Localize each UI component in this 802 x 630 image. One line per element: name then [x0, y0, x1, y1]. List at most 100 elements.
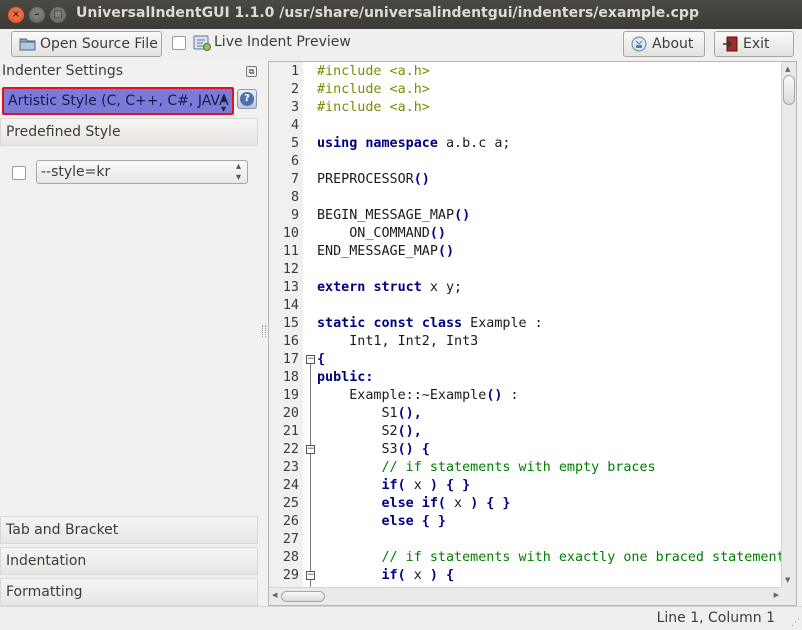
live-indent-preview-label: Live Indent Preview: [214, 34, 351, 50]
line-number: 7: [290, 172, 299, 187]
horizontal-scrollbar[interactable]: ◀ ▶: [269, 587, 782, 605]
open-source-file-button[interactable]: Open Source File: [11, 31, 162, 57]
code-token: x: [446, 496, 471, 511]
exit-button[interactable]: Exit: [714, 31, 794, 57]
code-token: (): [437, 244, 455, 259]
code-token: if(: [381, 568, 406, 583]
code-token: struct: [373, 280, 422, 295]
code-token: (): [486, 388, 503, 403]
code-editor[interactable]: 1 2 3 4 5 6 7 8 9 10 11 12 13 14 15 16 17 18 19 20 21 22 23 24 2…: [268, 61, 797, 606]
vertical-scroll-thumb[interactable]: [783, 75, 795, 105]
code-line[interactable]: BEGIN_MESSAGE_MAP(): [317, 207, 470, 225]
window-close-button[interactable]: ×: [8, 7, 24, 23]
code-line[interactable]: public:: [317, 369, 373, 387]
code-line[interactable]: #include <a.h>: [317, 63, 430, 81]
code-token: x: [405, 478, 430, 493]
scroll-up-icon[interactable]: ▲: [785, 65, 790, 73]
toolbar: Open Source File Live Indent Preview Abo…: [0, 29, 802, 59]
code-token: Int1, Int2, Int3: [317, 334, 479, 349]
line-number: 19: [282, 388, 299, 403]
scroll-right-icon[interactable]: ▶: [774, 591, 779, 599]
code-line[interactable]: if( x ) {: [317, 567, 455, 585]
line-number: 4: [290, 118, 299, 133]
line-number: 25: [282, 496, 299, 511]
code-token: ) { }: [470, 496, 511, 511]
line-number: 28: [282, 550, 299, 565]
status-bar: Line 1, Column 1 ⋰: [0, 606, 802, 630]
section-tab-and-bracket[interactable]: Tab and Bracket: [0, 516, 258, 544]
code-line[interactable]: // if statements with empty braces: [317, 459, 655, 477]
line-number: 16: [282, 334, 299, 349]
line-number: 22: [282, 442, 299, 457]
section-indentation[interactable]: Indentation: [0, 547, 258, 575]
code-token: (),: [397, 424, 422, 439]
line-number: 21: [282, 424, 299, 439]
horizontal-scroll-thumb[interactable]: [281, 591, 325, 602]
combo-arrows-icon: ▴ ▾: [235, 161, 241, 183]
line-number: 13: [282, 280, 299, 295]
code-area[interactable]: #include <a.h> #include <a.h> #include <a.…: [317, 62, 782, 587]
code-line[interactable]: END_MESSAGE_MAP(): [317, 243, 454, 261]
line-number: 29: [282, 568, 299, 583]
code-token: S2: [317, 424, 398, 439]
code-token: ) {: [429, 568, 455, 583]
predefined-style-checkbox[interactable]: [12, 166, 26, 180]
window-maximize-button[interactable]: □: [50, 7, 66, 23]
fold-toggle-icon[interactable]: −: [306, 571, 315, 580]
code-line[interactable]: static const class Example :: [317, 315, 543, 333]
line-number: 12: [282, 262, 299, 277]
code-token: (): [454, 208, 471, 223]
code-token: namespace: [365, 136, 438, 151]
splitter-handle[interactable]: [262, 325, 266, 337]
code-line[interactable]: using namespace a.b.c a;: [317, 135, 511, 153]
code-line[interactable]: S1(),: [317, 405, 421, 423]
line-number: 11: [282, 244, 299, 259]
code-line[interactable]: #include <a.h>: [317, 99, 430, 117]
fold-toggle-icon[interactable]: −: [306, 355, 315, 364]
code-token: x: [405, 568, 430, 583]
scroll-down-icon[interactable]: ▼: [785, 576, 790, 584]
vertical-scrollbar[interactable]: ▲ ▼: [781, 62, 796, 587]
scroll-left-icon[interactable]: ◀: [272, 591, 277, 599]
predefined-style-header[interactable]: Predefined Style: [0, 118, 258, 146]
code-line[interactable]: // if statements with exactly one braced…: [317, 549, 782, 567]
line-number: 26: [282, 514, 299, 529]
about-button[interactable]: About: [623, 31, 705, 57]
code-line[interactable]: extern struct x y;: [317, 279, 462, 297]
fold-toggle-icon[interactable]: −: [306, 445, 315, 454]
predefined-style-select[interactable]: --style=kr ▴ ▾: [36, 160, 248, 184]
code-line[interactable]: Int1, Int2, Int3: [317, 333, 478, 351]
code-line[interactable]: ON_COMMAND(): [317, 225, 446, 243]
code-token: ) { }: [429, 478, 471, 493]
line-number: 1: [290, 64, 299, 79]
code-line[interactable]: S2(),: [317, 423, 422, 441]
indenter-help-button[interactable]: ?: [237, 89, 257, 109]
code-token: class: [421, 316, 463, 331]
code-token: public:: [317, 370, 374, 385]
code-line[interactable]: if( x ) { }: [317, 477, 471, 495]
code-line[interactable]: {: [317, 351, 325, 369]
code-line[interactable]: S3() {: [317, 441, 430, 459]
code-token: Example::~Example: [317, 388, 487, 403]
indenter-select[interactable]: Artistic Style (C, C++, C#, JAVA ▴ ▾: [2, 87, 234, 115]
indenter-settings-panel: Indenter Settings ⧉ Artistic Style (C, C…: [0, 59, 262, 606]
code-line[interactable]: else { }: [317, 513, 447, 531]
window-minimize-button[interactable]: –: [29, 7, 45, 23]
resize-grip-icon[interactable]: ⋰: [791, 618, 800, 628]
code-line[interactable]: #include <a.h>: [317, 81, 430, 99]
code-token: () {: [397, 442, 430, 457]
section-formatting[interactable]: Formatting: [0, 578, 258, 606]
code-token: a.b.c a;: [437, 136, 511, 151]
code-line[interactable]: PREPROCESSOR(): [317, 171, 430, 189]
line-number: 18: [282, 370, 299, 385]
code-line[interactable]: else if( x ) { }: [317, 495, 511, 513]
code-token: S1: [317, 406, 398, 421]
undock-icon[interactable]: ⧉: [246, 66, 257, 77]
live-indent-preview-checkbox[interactable]: [172, 36, 186, 50]
code-token: ON_COMMAND: [317, 226, 430, 241]
code-line[interactable]: Example::~Example() :: [317, 387, 518, 405]
code-token: static: [317, 316, 366, 331]
